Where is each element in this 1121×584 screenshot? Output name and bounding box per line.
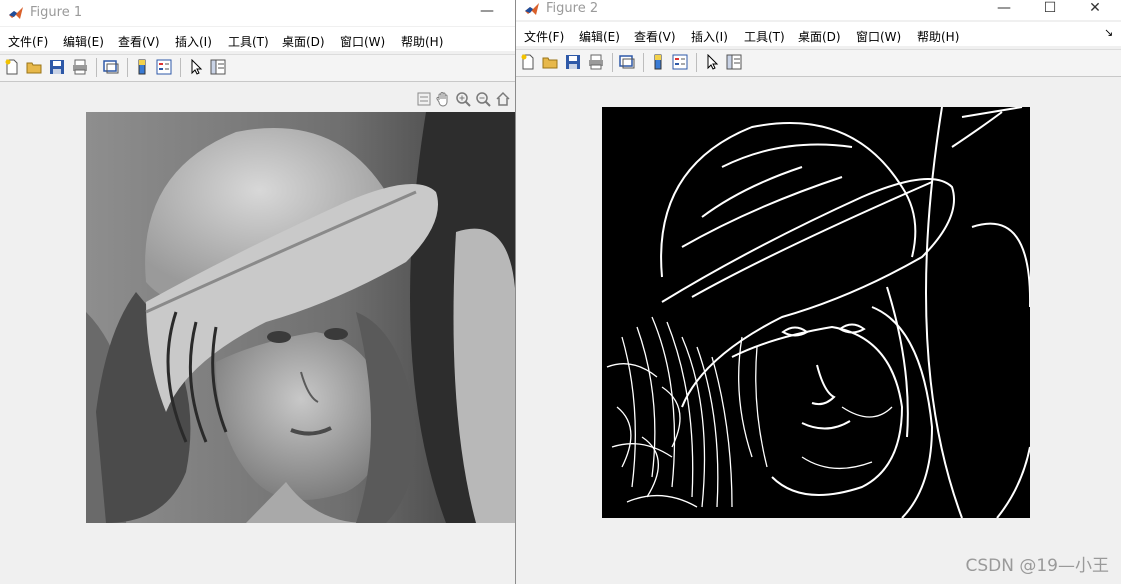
menu-file[interactable]: 文件(F): [8, 33, 48, 50]
figure2-menubar: 文件(F) 编辑(E) 查看(V) 插入(I) 工具(T) 桌面(D) 窗口(W…: [516, 22, 1121, 46]
figure2-title: Figure 2: [546, 1, 599, 16]
menu-window[interactable]: 窗口(W): [856, 28, 901, 45]
menu-window[interactable]: 窗口(W): [340, 33, 385, 50]
minimize-button[interactable]: —: [464, 3, 510, 23]
figure1-titlebar[interactable]: Figure 1 —: [0, 0, 516, 26]
menu-insert[interactable]: 插入(I): [175, 33, 212, 50]
legend-icon[interactable]: [672, 54, 688, 70]
zoom-out-icon[interactable]: [475, 91, 491, 107]
matlab-logo-icon: [9, 7, 23, 19]
csdn-watermark: CSDN @19—小王: [965, 556, 1109, 576]
property-inspector-icon[interactable]: [210, 59, 226, 75]
data-tips-icon[interactable]: [416, 91, 432, 107]
edge-detection-image: [602, 107, 1030, 518]
menu-tools[interactable]: 工具(T): [744, 28, 785, 45]
menu-help[interactable]: 帮助(H): [917, 28, 959, 45]
figure1-title: Figure 1: [30, 5, 83, 20]
figure2-titlebar[interactable]: Figure 2 — ☐ ✕: [516, 0, 1121, 20]
edit-plot-arrow-icon[interactable]: [704, 54, 720, 70]
dock-arrow-icon[interactable]: ↘: [1104, 26, 1113, 39]
print-icon[interactable]: [72, 59, 88, 75]
edit-plot-arrow-icon[interactable]: [188, 59, 204, 75]
colorbar-icon[interactable]: [650, 54, 666, 70]
zoom-in-icon[interactable]: [455, 91, 471, 107]
menu-view[interactable]: 查看(V): [118, 33, 160, 50]
menu-file[interactable]: 文件(F): [524, 28, 564, 45]
menu-view[interactable]: 查看(V): [634, 28, 676, 45]
new-figure-icon[interactable]: [4, 59, 20, 75]
grayscale-image: [86, 112, 516, 523]
open-file-icon[interactable]: [542, 54, 558, 70]
save-icon[interactable]: [49, 59, 65, 75]
figure1-menubar: 文件(F) 编辑(E) 查看(V) 插入(I) 工具(T) 桌面(D) 窗口(W…: [0, 27, 516, 51]
legend-icon[interactable]: [156, 59, 172, 75]
maximize-button[interactable]: ☐: [1027, 0, 1073, 20]
menu-desktop[interactable]: 桌面(D): [798, 28, 841, 45]
figure1-window: Figure 1 — 文件(F) 编辑(E) 查看(V) 插入(I) 工具(T)…: [0, 0, 516, 584]
print-icon[interactable]: [588, 54, 604, 70]
save-icon[interactable]: [565, 54, 581, 70]
open-file-icon[interactable]: [26, 59, 42, 75]
menu-edit[interactable]: 编辑(E): [579, 28, 620, 45]
property-inspector-icon[interactable]: [726, 54, 742, 70]
close-button[interactable]: ✕: [1072, 0, 1118, 20]
axes-toolbar: [416, 91, 514, 109]
menu-desktop[interactable]: 桌面(D): [282, 33, 325, 50]
menu-insert[interactable]: 插入(I): [691, 28, 728, 45]
menu-help[interactable]: 帮助(H): [401, 33, 443, 50]
menu-tools[interactable]: 工具(T): [228, 33, 269, 50]
home-restore-icon[interactable]: [495, 91, 511, 107]
pan-hand-icon[interactable]: [435, 91, 451, 107]
figure1-toolbar: [0, 54, 516, 82]
colorbar-icon[interactable]: [134, 59, 150, 75]
figure2-toolbar: [516, 49, 1121, 77]
matlab-logo-icon: [525, 3, 539, 15]
link-plot-icon[interactable]: [103, 59, 119, 75]
figure2-window: Figure 2 — ☐ ✕ 文件(F) 编辑(E) 查看(V) 插入(I) 工…: [515, 0, 1121, 584]
menu-edit[interactable]: 编辑(E): [63, 33, 104, 50]
new-figure-icon[interactable]: [520, 54, 536, 70]
link-plot-icon[interactable]: [619, 54, 635, 70]
minimize-button[interactable]: —: [981, 0, 1027, 20]
